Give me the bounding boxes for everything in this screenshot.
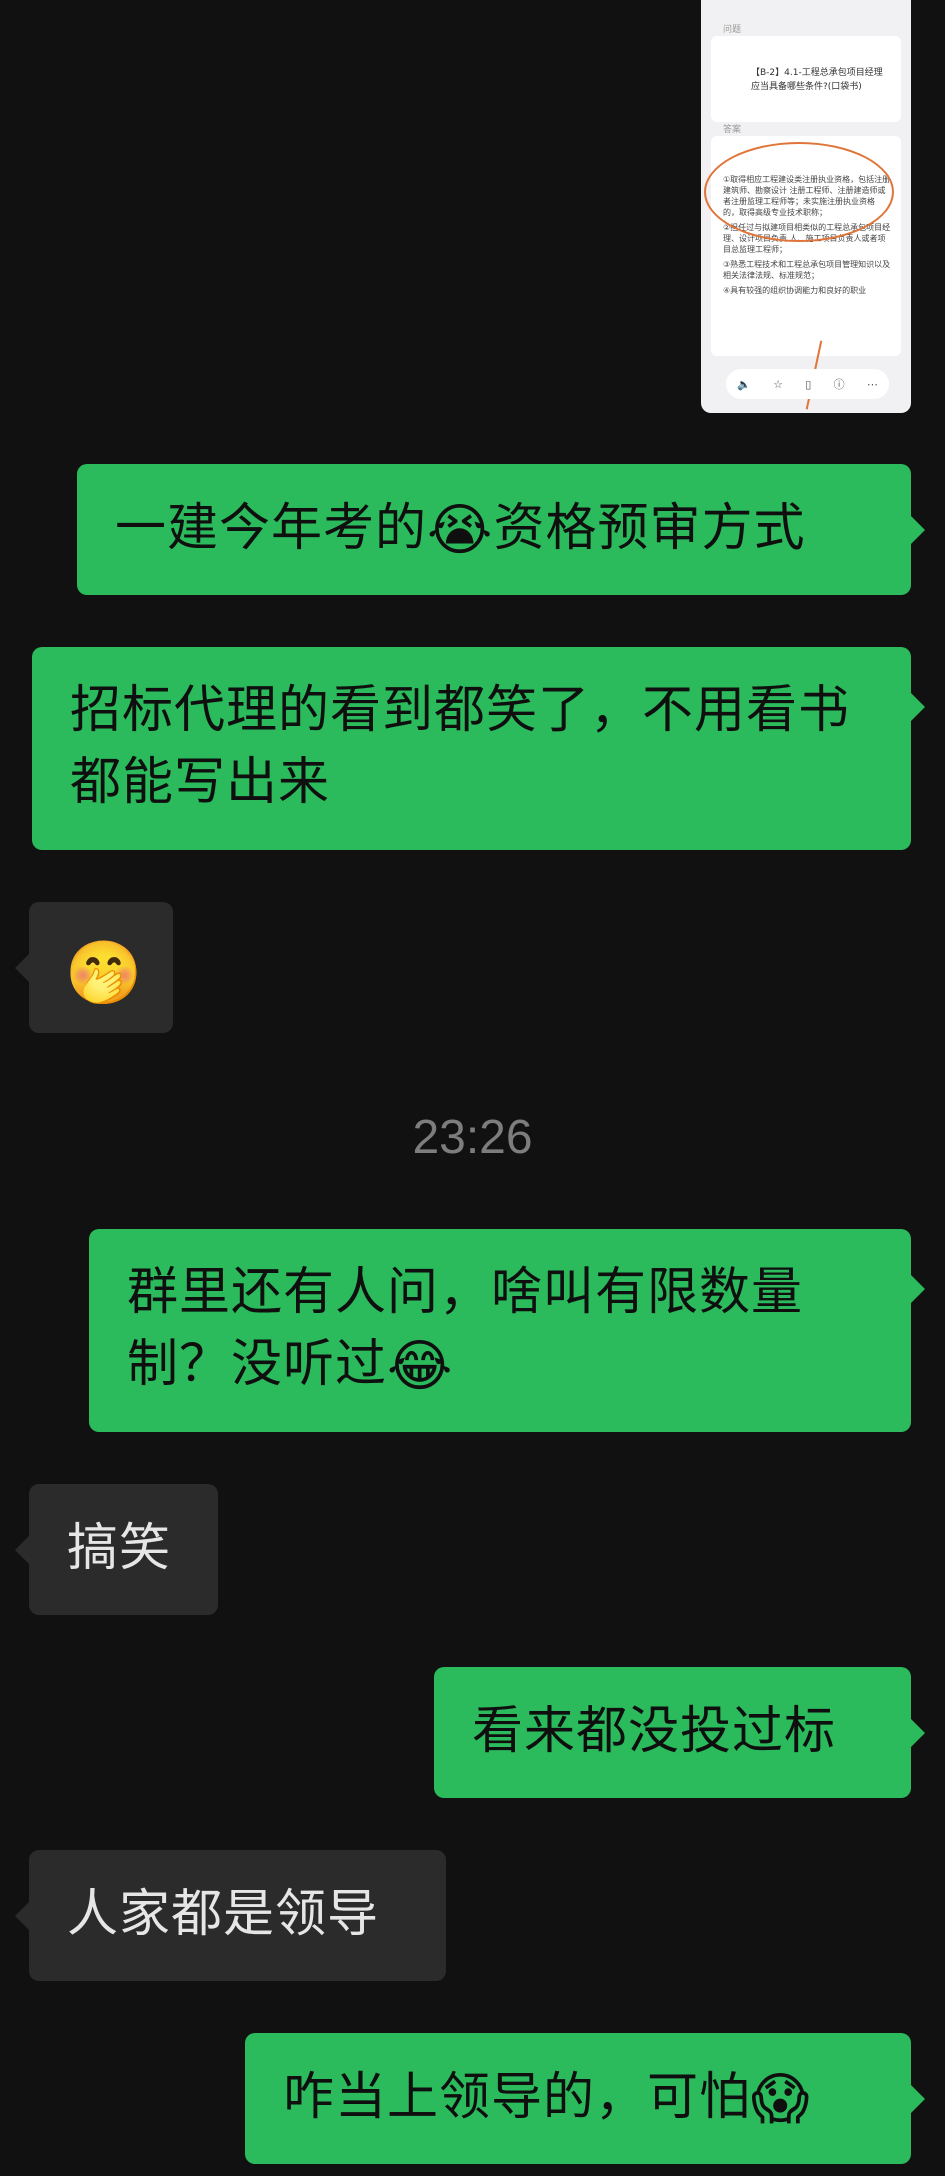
message-bubble-incoming[interactable]: 搞笑: [15, 1484, 218, 1615]
question-label: 问题: [723, 25, 742, 35]
copy-icon[interactable]: ▯: [805, 378, 811, 391]
message-bubble-outgoing[interactable]: 咋当上领导的，可怕😱: [245, 2033, 925, 2164]
message-timestamp: 23:26: [412, 1111, 533, 1164]
info-icon[interactable]: ⓘ: [834, 376, 845, 392]
message-text: 咋当上领导的，可怕: [283, 2068, 752, 2127]
message-bubble-incoming[interactable]: 🤭: [15, 902, 173, 1033]
message-bubble-outgoing[interactable]: 一建今年考的😭资格预审方式: [77, 464, 925, 595]
message-text: 看来都没投过标: [472, 1702, 837, 1761]
more-icon[interactable]: ⋯: [867, 378, 878, 391]
handwritten-circle-annotation: [704, 142, 894, 242]
message-bubble-outgoing[interactable]: 看来都没投过标: [434, 1667, 925, 1798]
answer-item: ③熟悉工程技术和工程总承包项目管理知识以及相关法律法规、标准规范；: [723, 260, 891, 280]
question-card: 【B-2】4.1-工程总承包项目经理应当具备哪些条件?(口袋书): [711, 36, 901, 122]
hand-over-mouth-emoji-icon: 🤭: [65, 936, 144, 1009]
message-text: 人家都是领导: [67, 1885, 380, 1944]
message-bubble-incoming[interactable]: 人家都是领导: [15, 1850, 446, 1981]
message-text: 搞笑: [67, 1519, 172, 1578]
message-text-continued: 资格预审方式: [493, 499, 806, 558]
reader-toolbar: 🔈 ☆ ▯ ⓘ ⋯: [726, 369, 889, 399]
question-text: 【B-2】4.1-工程总承包项目经理应当具备哪些条件?(口袋书): [751, 68, 883, 92]
answer-label: 答案: [723, 125, 742, 135]
message-text: 群里还有人问，啥叫有限数量制？没听过: [127, 1263, 804, 1394]
message-text: 招标代理的看到都笑了，不用看书都能写出来: [70, 681, 851, 812]
message-bubble-outgoing[interactable]: 群里还有人问，啥叫有限数量制？没听过😂: [89, 1229, 925, 1432]
message-text: 一建今年考的: [115, 499, 428, 558]
tears-of-joy-emoji-icon: 😂: [387, 1334, 454, 1399]
answer-item: ④具有较强的组织协调能力和良好的职业: [723, 286, 867, 295]
speaker-icon[interactable]: 🔈: [737, 378, 751, 391]
star-icon[interactable]: ☆: [773, 378, 783, 391]
loudly-crying-emoji-icon: 😭: [427, 498, 494, 563]
message-bubble-outgoing[interactable]: 招标代理的看到都笑了，不用看书都能写出来: [32, 647, 925, 850]
forwarded-screenshot[interactable]: 问题 【B-2】4.1-工程总承包项目经理应当具备哪些条件?(口袋书) 答案 ①…: [701, 0, 911, 413]
screaming-face-emoji-icon: 😱: [751, 2067, 811, 2132]
